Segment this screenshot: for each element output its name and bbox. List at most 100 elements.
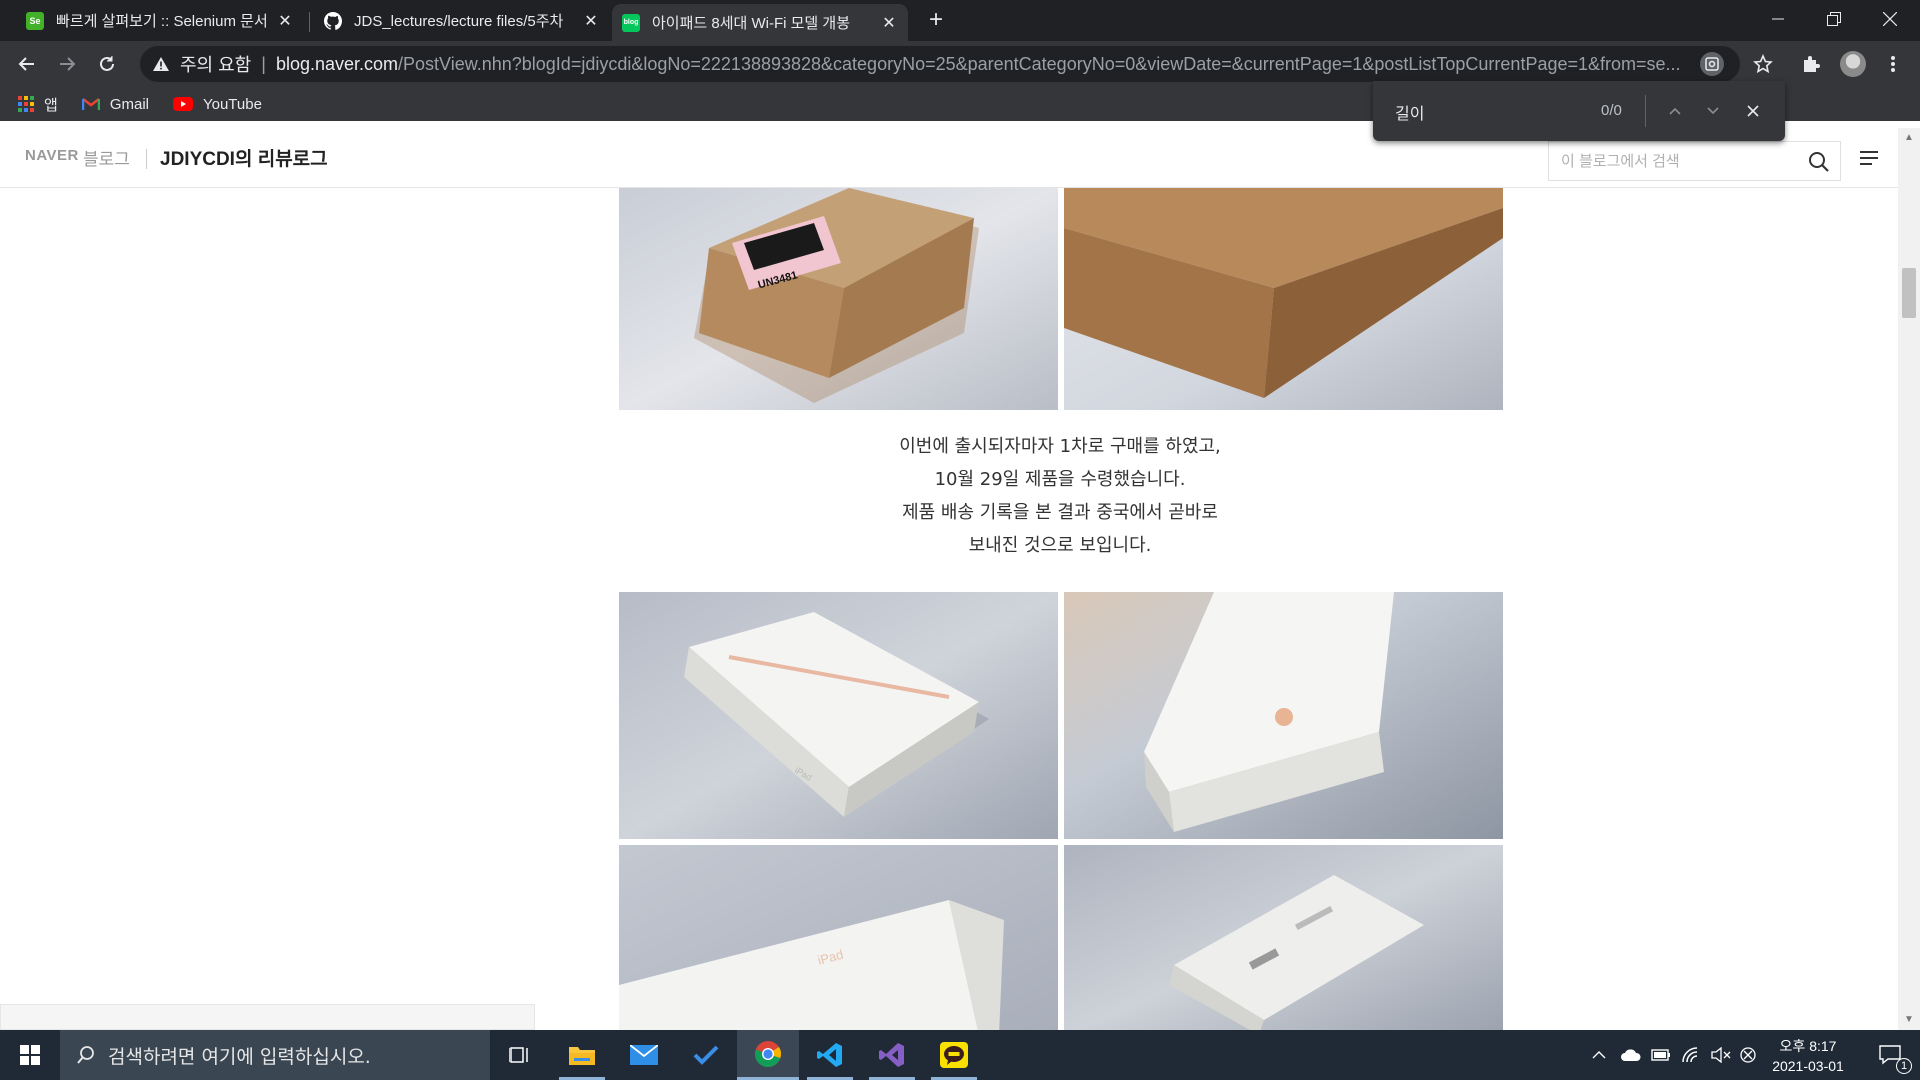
find-close-button[interactable] — [1739, 97, 1767, 125]
chevron-up-icon — [1592, 1051, 1606, 1059]
tab-naver-blog[interactable]: blog 아이패드 8세대 Wi-Fi 모델 개봉 ✕ — [612, 4, 908, 41]
security-separator: | — [261, 53, 266, 74]
bookmark-label: Gmail — [109, 95, 149, 113]
minimize-button[interactable] — [1750, 0, 1806, 38]
mail-icon — [630, 1045, 658, 1065]
address-bar[interactable]: 주의 요함 | blog.naver.com /PostView.nhn?blo… — [140, 46, 1740, 82]
security-label[interactable]: 주의 요함 — [180, 51, 251, 77]
chrome-icon — [754, 1040, 781, 1067]
back-button[interactable] — [12, 49, 42, 79]
forward-button[interactable] — [52, 49, 82, 79]
reload-button[interactable] — [92, 49, 122, 79]
page-translate-icon[interactable] — [1700, 52, 1724, 76]
star-icon — [1753, 54, 1773, 74]
notification-count-badge: 1 — [1896, 1058, 1912, 1074]
page-scrollbar[interactable]: ▲ ▼ — [1898, 128, 1920, 1030]
tab-title: JDS_lectures/lecture files/5주차 — [354, 13, 564, 30]
blog-home-link[interactable]: 블로그 — [83, 145, 130, 170]
bookmark-gmail[interactable]: Gmail — [81, 95, 149, 113]
search-icon[interactable] — [1808, 151, 1830, 178]
battery-tray-icon[interactable] — [1646, 1030, 1676, 1080]
file-explorer-button[interactable] — [551, 1030, 613, 1080]
find-previous-button[interactable] — [1661, 97, 1689, 125]
bookmark-youtube[interactable]: YouTube — [172, 96, 262, 113]
profile-avatar[interactable] — [1838, 49, 1868, 79]
volume-muted-icon — [1711, 1047, 1731, 1063]
caption-line: 이번에 출시되자마자 1차로 구매를 하였고, — [899, 436, 1221, 457]
ime-tray-icon[interactable] — [1736, 1030, 1760, 1080]
tab-title: 빠르게 살펴보기 :: Selenium 문서 — [56, 13, 268, 30]
bookmark-apps[interactable]: 앱 — [18, 94, 58, 115]
find-query-input[interactable]: 길이 — [1395, 100, 1424, 124]
todo-button[interactable] — [675, 1030, 737, 1080]
post-photo-shipping-box[interactable]: UN3481 — [619, 188, 1058, 410]
close-tab-icon[interactable]: ✕ — [276, 12, 294, 30]
post-photo-ipad-box-apple[interactable] — [1064, 592, 1503, 839]
action-center-button[interactable]: 1 — [1866, 1030, 1916, 1080]
close-tab-icon[interactable]: ✕ — [880, 14, 898, 32]
tab-github[interactable]: JDS_lectures/lecture files/5주차 ✕ — [314, 0, 610, 41]
clock-date: 2021-03-01 — [1772, 1058, 1844, 1074]
tab-title: 아이패드 8세대 Wi-Fi 모델 개봉 — [652, 15, 850, 32]
header-divider — [146, 149, 147, 169]
apps-grid-icon — [18, 96, 34, 112]
status-bubble — [0, 1004, 535, 1030]
vscode-icon — [817, 1043, 842, 1067]
youtube-icon — [172, 97, 193, 111]
post-photo-ipad-box-back[interactable] — [1064, 845, 1503, 1030]
scrollbar-thumb[interactable] — [1902, 268, 1916, 318]
show-hidden-icons-button[interactable] — [1584, 1030, 1614, 1080]
folder-icon — [569, 1047, 595, 1065]
mail-button[interactable] — [613, 1030, 675, 1080]
scroll-up-arrow-icon[interactable]: ▲ — [1904, 132, 1914, 143]
naver-logo[interactable]: NAVER — [25, 147, 79, 164]
close-icon — [1747, 105, 1759, 117]
chevron-up-icon — [1669, 107, 1681, 115]
reload-icon — [100, 56, 114, 71]
puzzle-icon — [1804, 56, 1820, 72]
kakaotalk-button[interactable] — [923, 1030, 985, 1080]
vscode-button[interactable] — [799, 1030, 861, 1080]
wifi-icon — [1682, 1047, 1698, 1063]
post-photo-box-corner[interactable] — [1064, 188, 1503, 410]
clock-time: 오후 8:17 — [1779, 1038, 1837, 1054]
forward-arrow-icon — [60, 57, 76, 71]
restore-button[interactable] — [1806, 0, 1862, 38]
page-viewport: NAVER 블로그 JDIYCDI의 리뷰로그 이 블로그에서 검색 UN348… — [0, 128, 1898, 1030]
bookmark-label: 앱 — [44, 96, 58, 114]
close-window-button[interactable] — [1862, 0, 1918, 38]
find-next-button[interactable] — [1699, 97, 1727, 125]
menu-icon[interactable] — [1860, 150, 1878, 171]
chevron-down-icon — [1707, 107, 1719, 115]
bookmark-star-button[interactable] — [1748, 49, 1778, 79]
caption-line: 보내진 것으로 보입니다. — [968, 535, 1152, 556]
new-tab-button[interactable]: + — [922, 6, 950, 34]
post-photo-ipad-box-top[interactable]: iPad — [619, 592, 1058, 839]
find-match-count: 0/0 — [1601, 102, 1622, 119]
onedrive-tray-icon[interactable] — [1616, 1030, 1646, 1080]
visual-studio-button[interactable] — [861, 1030, 923, 1080]
tab-divider — [309, 12, 310, 32]
task-view-button[interactable] — [489, 1030, 551, 1080]
scroll-down-arrow-icon[interactable]: ▼ — [1904, 1014, 1914, 1025]
start-button[interactable] — [0, 1030, 60, 1080]
post-photo-ipad-box-side[interactable]: iPad — [619, 845, 1058, 1030]
url-path: /PostView.nhn?blogId=jdiycdi&logNo=22213… — [398, 53, 1681, 74]
tab-selenium[interactable]: Se 빠르게 살펴보기 :: Selenium 문서 ✕ — [16, 0, 304, 41]
chrome-menu-button[interactable] — [1878, 49, 1908, 79]
post-caption: 이번에 출시되자마자 1차로 구매를 하였고, 10월 29일 제품을 수령했습… — [620, 430, 1500, 562]
close-tab-icon[interactable]: ✕ — [582, 12, 600, 30]
blog-title[interactable]: JDIYCDI의 리뷰로그 — [160, 144, 328, 171]
no-entry-icon — [1740, 1047, 1756, 1063]
taskbar-search-box[interactable]: 검색하려면 여기에 입력하십시오. — [60, 1030, 490, 1080]
task-view-icon — [509, 1047, 528, 1063]
chrome-button[interactable] — [737, 1030, 799, 1080]
checkmark-icon — [693, 1045, 719, 1065]
volume-tray-icon[interactable] — [1706, 1030, 1736, 1080]
extensions-button[interactable] — [1796, 49, 1826, 79]
not-secure-warning-icon[interactable] — [152, 56, 172, 72]
windows-logo-icon — [20, 1045, 40, 1065]
wifi-tray-icon[interactable] — [1676, 1030, 1706, 1080]
blog-search-input[interactable] — [1561, 152, 1796, 170]
taskbar-clock[interactable]: 오후 8:17 2021-03-01 — [1760, 1036, 1856, 1076]
